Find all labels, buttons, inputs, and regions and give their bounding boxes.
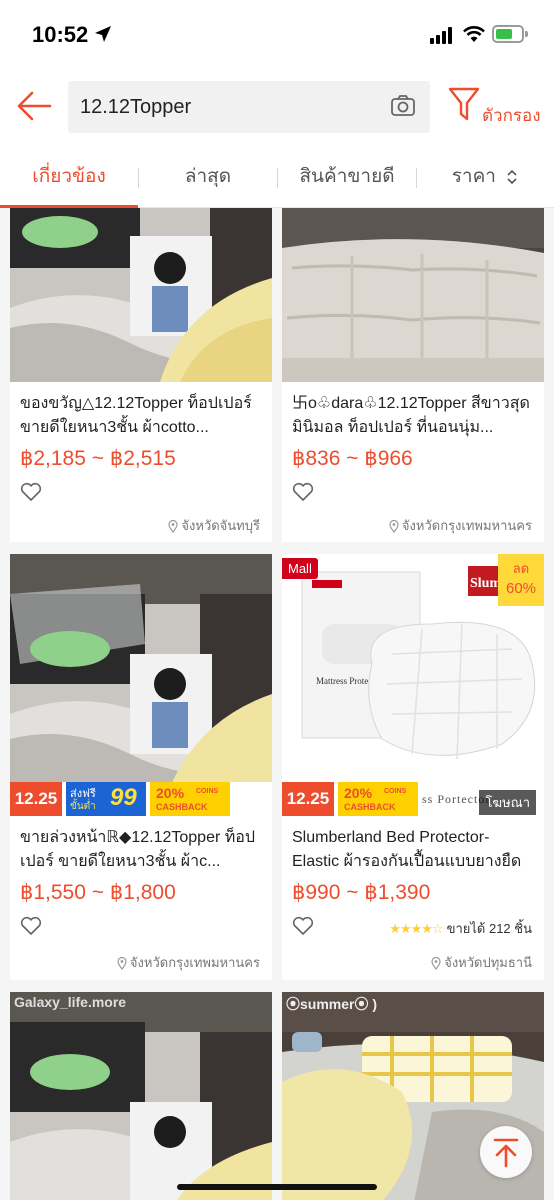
product-location: จังหวัดกรุงเทพมหานคร bbox=[117, 952, 260, 973]
location-pin-icon bbox=[389, 520, 399, 534]
tab-label: ราคา bbox=[451, 166, 496, 187]
scroll-to-top-button[interactable] bbox=[480, 1126, 532, 1178]
heart-icon[interactable] bbox=[20, 916, 42, 936]
star-rating-icon: ★★★★☆ bbox=[389, 921, 443, 936]
filter-funnel-icon bbox=[448, 87, 480, 121]
promo-date: 12.25 bbox=[282, 782, 334, 816]
sort-toggle-icon bbox=[507, 169, 517, 185]
location-pin-icon bbox=[168, 520, 179, 534]
tab-label: ล่าสุด bbox=[184, 166, 232, 187]
location-pin-icon bbox=[117, 957, 127, 971]
coins-cashback-badge: 20% COINS CASHBACK bbox=[338, 782, 418, 816]
product-image bbox=[10, 554, 272, 816]
discount-badge: ลด 60% bbox=[498, 554, 544, 606]
camera-icon[interactable] bbox=[390, 94, 416, 118]
product-image bbox=[282, 208, 544, 382]
tab-latest[interactable]: ล่าสุด bbox=[139, 146, 277, 208]
mall-badge: Mall bbox=[282, 558, 318, 579]
product-location: จังหวัดจันทบุรี bbox=[168, 515, 260, 536]
product-grid: ของขวัญ△12.12Topper ท็อปเปอร์ ขายดีใยหนา… bbox=[0, 208, 554, 1200]
product-title: 卐o♧dara♧12.12Topper สีขาวสุดมินิมอล ท็อป… bbox=[292, 395, 530, 436]
product-card[interactable]: Galaxy_life.more bbox=[10, 992, 272, 1200]
tab-price[interactable]: ราคา bbox=[417, 146, 554, 208]
sold-count: ขายได้ 212 ชิ้น bbox=[446, 921, 532, 936]
coins-cashback-badge: 20% COINS CASHBACK bbox=[150, 782, 230, 816]
clock: 10:52 bbox=[32, 22, 89, 47]
promo-banner: 12.25 ส่งฟรี ขั้นต่ำ 99 20% COINS CASHBA… bbox=[10, 782, 272, 816]
product-price: ฿1,550 ~ ฿1,800 bbox=[20, 881, 176, 904]
back-arrow-icon[interactable] bbox=[14, 88, 54, 124]
heart-icon[interactable] bbox=[20, 482, 42, 502]
filter-button[interactable]: ตัวกรอง bbox=[446, 87, 546, 128]
search-header: 12.12Topper ตัวกรอง bbox=[0, 70, 554, 146]
arrow-up-to-line-icon bbox=[493, 1138, 519, 1168]
home-indicator[interactable] bbox=[177, 1184, 377, 1190]
tab-label: สินค้าขายดี bbox=[299, 166, 395, 187]
battery-icon bbox=[492, 25, 528, 43]
product-image bbox=[10, 208, 272, 382]
rating-sold-row: ★★★★☆ ขายได้ 212 ชิ้น bbox=[389, 918, 532, 939]
location-text: จังหวัดปทุมธานี bbox=[444, 955, 532, 970]
filter-label: ตัวกรอง bbox=[482, 106, 541, 125]
heart-icon[interactable] bbox=[292, 916, 314, 936]
free-shipping-badge: ส่งฟรี ขั้นต่ำ 99 bbox=[66, 782, 146, 816]
discount-label: ลด bbox=[512, 561, 530, 576]
product-title: ของขวัญ△12.12Topper ท็อปเปอร์ ขายดีใยหนา… bbox=[20, 395, 252, 436]
product-price: ฿2,185 ~ ฿2,515 bbox=[20, 447, 176, 470]
product-price: ฿836 ~ ฿966 bbox=[292, 447, 413, 470]
location-text: จังหวัดจันทบุรี bbox=[181, 518, 260, 533]
discount-value: 60% bbox=[505, 580, 537, 597]
search-input[interactable]: 12.12Topper bbox=[68, 81, 430, 133]
tab-relevance[interactable]: เกี่ยวข้อง bbox=[0, 146, 138, 208]
product-title: Slumberland Bed Protector-Elastic ผ้ารอง… bbox=[292, 829, 522, 870]
product-title: ขายล่วงหน้าℝ◆12.12Topper ท็อปเปอร์ ขายดี… bbox=[20, 829, 256, 870]
ad-badge: โฆษณา bbox=[479, 790, 536, 815]
location-text: จังหวัดกรุงเทพมหานคร bbox=[129, 955, 260, 970]
location-pin-icon bbox=[431, 957, 441, 971]
location-arrow-icon bbox=[95, 26, 111, 42]
sort-tabs: เกี่ยวข้อง ล่าสุด สินค้าขายดี ราคา bbox=[0, 146, 554, 208]
status-bar: 10:52 bbox=[0, 0, 554, 70]
image-watermark: Galaxy_life.more bbox=[14, 994, 127, 1010]
product-card[interactable]: 卐o♧dara♧12.12Topper สีขาวสุดมินิมอล ท็อป… bbox=[282, 208, 544, 542]
cellular-signal-icon bbox=[430, 26, 456, 44]
product-card[interactable]: 12.25 ส่งฟรี ขั้นต่ำ 99 20% COINS CASHBA… bbox=[10, 554, 272, 980]
product-location: จังหวัดกรุงเทพมหานคร bbox=[389, 515, 532, 536]
heart-icon[interactable] bbox=[292, 482, 314, 502]
search-query[interactable]: 12.12Topper bbox=[80, 96, 191, 119]
product-price: ฿990 ~ ฿1,390 bbox=[292, 881, 431, 904]
location-text: จังหวัดกรุงเทพมหานคร bbox=[401, 518, 532, 533]
promo-date: 12.25 bbox=[10, 782, 62, 816]
product-card[interactable]: Mattress Protector Slumber Mall ลด 60% 1… bbox=[282, 554, 544, 980]
product-location: จังหวัดปทุมธานี bbox=[431, 952, 532, 973]
tab-best-selling[interactable]: สินค้าขายดี bbox=[278, 146, 416, 208]
image-watermark: ⦿summer⦿ ) bbox=[286, 996, 378, 1012]
wifi-icon bbox=[463, 26, 485, 42]
product-image bbox=[10, 992, 272, 1200]
product-card[interactable]: ของขวัญ△12.12Topper ท็อปเปอร์ ขายดีใยหนา… bbox=[10, 208, 272, 542]
tab-label: เกี่ยวข้อง bbox=[32, 166, 106, 187]
